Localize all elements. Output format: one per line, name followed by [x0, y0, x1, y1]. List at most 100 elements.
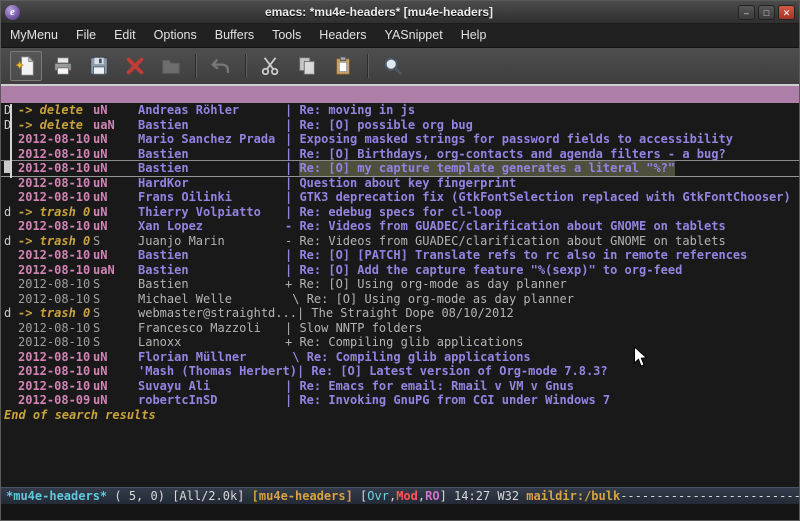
- subject-text: Question about key fingerprint: [299, 176, 516, 191]
- message-row[interactable]: 2012-08-10uNFrans Oilinki| GTK3 deprecat…: [1, 190, 799, 205]
- message-list: D-> deleteuNAndreas Röhler| Re: moving i…: [1, 103, 799, 408]
- flags-cell: uN: [93, 147, 138, 162]
- message-row[interactable]: 2012-08-10SMichael Welle \ Re: [O] Using…: [1, 292, 799, 307]
- message-row[interactable]: D-> deleteuaNBastien| Re: [O] possible o…: [1, 118, 799, 133]
- subject-cell: + Re: Compiling glib applications: [285, 335, 523, 350]
- date-cell: 2012-08-10: [18, 379, 93, 394]
- subject-text: Re: [O] Using org-mode as day planner: [307, 292, 574, 307]
- menu-yasnippet[interactable]: YASnippet: [376, 24, 452, 47]
- subject-text: GTK3 deprecation fix (GtkFontSelection r…: [299, 190, 790, 205]
- message-row[interactable]: d-> trash 0Swebmaster@straightd...| The …: [1, 306, 799, 321]
- date-cell: 2012-08-10: [18, 321, 93, 336]
- undo-button-disabled[interactable]: [206, 52, 236, 80]
- printer-icon: [52, 55, 74, 77]
- flags-cell: S: [93, 292, 138, 307]
- close-buffer-button[interactable]: [120, 52, 150, 80]
- subject-cell: | Re: [O] my capture template generates …: [285, 161, 675, 176]
- subject-cell: | Re: [O] Latest version of Org-mode 7.8…: [297, 364, 608, 379]
- toolbar-separator: [195, 54, 197, 78]
- thread-indicator: |: [285, 176, 299, 191]
- message-row[interactable]: 2012-08-10uN'Mash (Thomas Herbert)| Re: …: [1, 364, 799, 379]
- message-row[interactable]: 2012-08-10uNXan Lopez- Re: Videos from G…: [1, 219, 799, 234]
- new-document-button[interactable]: [10, 51, 42, 81]
- copy-button[interactable]: [292, 52, 322, 80]
- date-cell: 2012-08-10: [18, 190, 93, 205]
- close-button[interactable]: ✕: [778, 5, 795, 20]
- message-row[interactable]: 2012-08-10uNBastien| Re: [O] my capture …: [1, 161, 799, 176]
- thread-indicator: |: [297, 364, 311, 379]
- message-row[interactable]: 2012-08-10uNBastien| Re: [O] Birthdays, …: [1, 147, 799, 162]
- subject-text: Re: Compiling glib applications: [307, 350, 531, 365]
- thread-indicator: -: [285, 234, 299, 249]
- thread-indicator: |: [285, 205, 299, 220]
- from-cell: Bastien: [138, 118, 285, 133]
- message-row[interactable]: 2012-08-10uNFlorian Müllner \ Re: Compil…: [1, 350, 799, 365]
- message-row[interactable]: 2012-08-10SFrancesco Mazzoli| Slow NNTP …: [1, 321, 799, 336]
- subject-text: Re: Videos from GUADEC/clarification abo…: [299, 234, 725, 249]
- print-button[interactable]: [48, 52, 78, 80]
- from-cell: Thierry Volpiatto: [138, 205, 285, 220]
- search-button[interactable]: [378, 52, 408, 80]
- scrollbar-thumb[interactable]: [10, 104, 12, 178]
- menu-mymenu[interactable]: MyMenu: [1, 24, 67, 47]
- message-row[interactable]: 2012-08-10uNHardKor| Question about key …: [1, 176, 799, 191]
- date-cell: -> delete: [18, 118, 93, 133]
- from-cell: Bastien: [138, 248, 285, 263]
- subject-cell: | Re: edebug specs for cl-loop: [285, 205, 502, 220]
- emacs-icon: e: [5, 5, 20, 20]
- window-title: emacs: *mu4e-headers* [mu4e-headers]: [20, 5, 738, 19]
- subject-cell: | Re: moving in js: [285, 103, 415, 118]
- flags-cell: uN: [93, 379, 138, 394]
- flags-cell: S: [93, 335, 138, 350]
- message-row[interactable]: 2012-08-10uNBastien| Re: [O] [PATCH] Tra…: [1, 248, 799, 263]
- minibuffer[interactable]: [1, 504, 799, 520]
- thread-indicator: +: [285, 335, 299, 350]
- flags-cell: uN: [93, 190, 138, 205]
- menu-options[interactable]: Options: [145, 24, 206, 47]
- subject-cell: | Re: [O] Add the capture feature "%(sex…: [285, 263, 682, 278]
- menu-help[interactable]: Help: [452, 24, 496, 47]
- save-button[interactable]: [84, 52, 114, 80]
- message-row[interactable]: 2012-08-10uNSuvayu Ali| Re: Emacs for em…: [1, 379, 799, 394]
- message-row[interactable]: d-> trash 0uNThierry Volpiatto| Re: edeb…: [1, 205, 799, 220]
- thread-indicator: \: [285, 292, 307, 307]
- minimize-button[interactable]: –: [738, 5, 755, 20]
- subject-text: Re: [O] possible org bug: [299, 118, 472, 133]
- scissors-cut-icon: [260, 55, 282, 77]
- flags-cell: uN: [93, 161, 138, 176]
- cut-button[interactable]: [256, 52, 286, 80]
- message-row[interactable]: 2012-08-10SLanoxx+ Re: Compiling glib ap…: [1, 335, 799, 350]
- maximize-button[interactable]: □: [758, 5, 775, 20]
- modeline-segment: Mod: [396, 489, 418, 503]
- mouse-cursor: [633, 346, 648, 368]
- subject-cell: \ Re: [O] Using org-mode as day planner: [285, 292, 574, 307]
- menu-file[interactable]: File: [67, 24, 105, 47]
- from-cell: Suvayu Ali: [138, 379, 285, 394]
- modeline-segment: RO: [425, 489, 439, 503]
- flags-cell: uN: [93, 364, 138, 379]
- menu-buffers[interactable]: Buffers: [206, 24, 263, 47]
- modeline-segment: ( 5, 0): [107, 489, 172, 503]
- message-row[interactable]: 2012-08-10uNMario Sanchez Prada| Exposin…: [1, 132, 799, 147]
- menu-edit[interactable]: Edit: [105, 24, 145, 47]
- message-row[interactable]: d-> trash 0SJuanjo Marin- Re: Videos fro…: [1, 234, 799, 249]
- thread-indicator: |: [285, 190, 299, 205]
- paste-button[interactable]: [328, 52, 358, 80]
- flags-cell: uaN: [93, 263, 138, 278]
- date-cell: 2012-08-10: [18, 292, 93, 307]
- title-bar[interactable]: e emacs: *mu4e-headers* [mu4e-headers] –…: [1, 1, 799, 24]
- flags-cell: uN: [93, 176, 138, 191]
- menu-tools[interactable]: Tools: [263, 24, 310, 47]
- thread-indicator: |: [285, 379, 299, 394]
- menu-headers[interactable]: Headers: [310, 24, 375, 47]
- subject-cell: \ Re: Compiling glib applications: [285, 350, 531, 365]
- open-folder-button-disabled[interactable]: [156, 52, 186, 80]
- message-row[interactable]: 2012-08-09uNrobertcInSD| Re: Invoking Gn…: [1, 393, 799, 408]
- subject-cell: | Re: [O] Birthdays, org-contacts and ag…: [285, 147, 726, 162]
- message-row[interactable]: 2012-08-10uaNBastien| Re: [O] Add the ca…: [1, 263, 799, 278]
- thread-indicator: |: [285, 103, 299, 118]
- date-cell: -> trash 0: [18, 306, 93, 321]
- message-row[interactable]: D-> deleteuNAndreas Röhler| Re: moving i…: [1, 103, 799, 118]
- from-cell: Bastien: [138, 147, 285, 162]
- message-row[interactable]: 2012-08-10SBastien+ Re: [O] Using org-mo…: [1, 277, 799, 292]
